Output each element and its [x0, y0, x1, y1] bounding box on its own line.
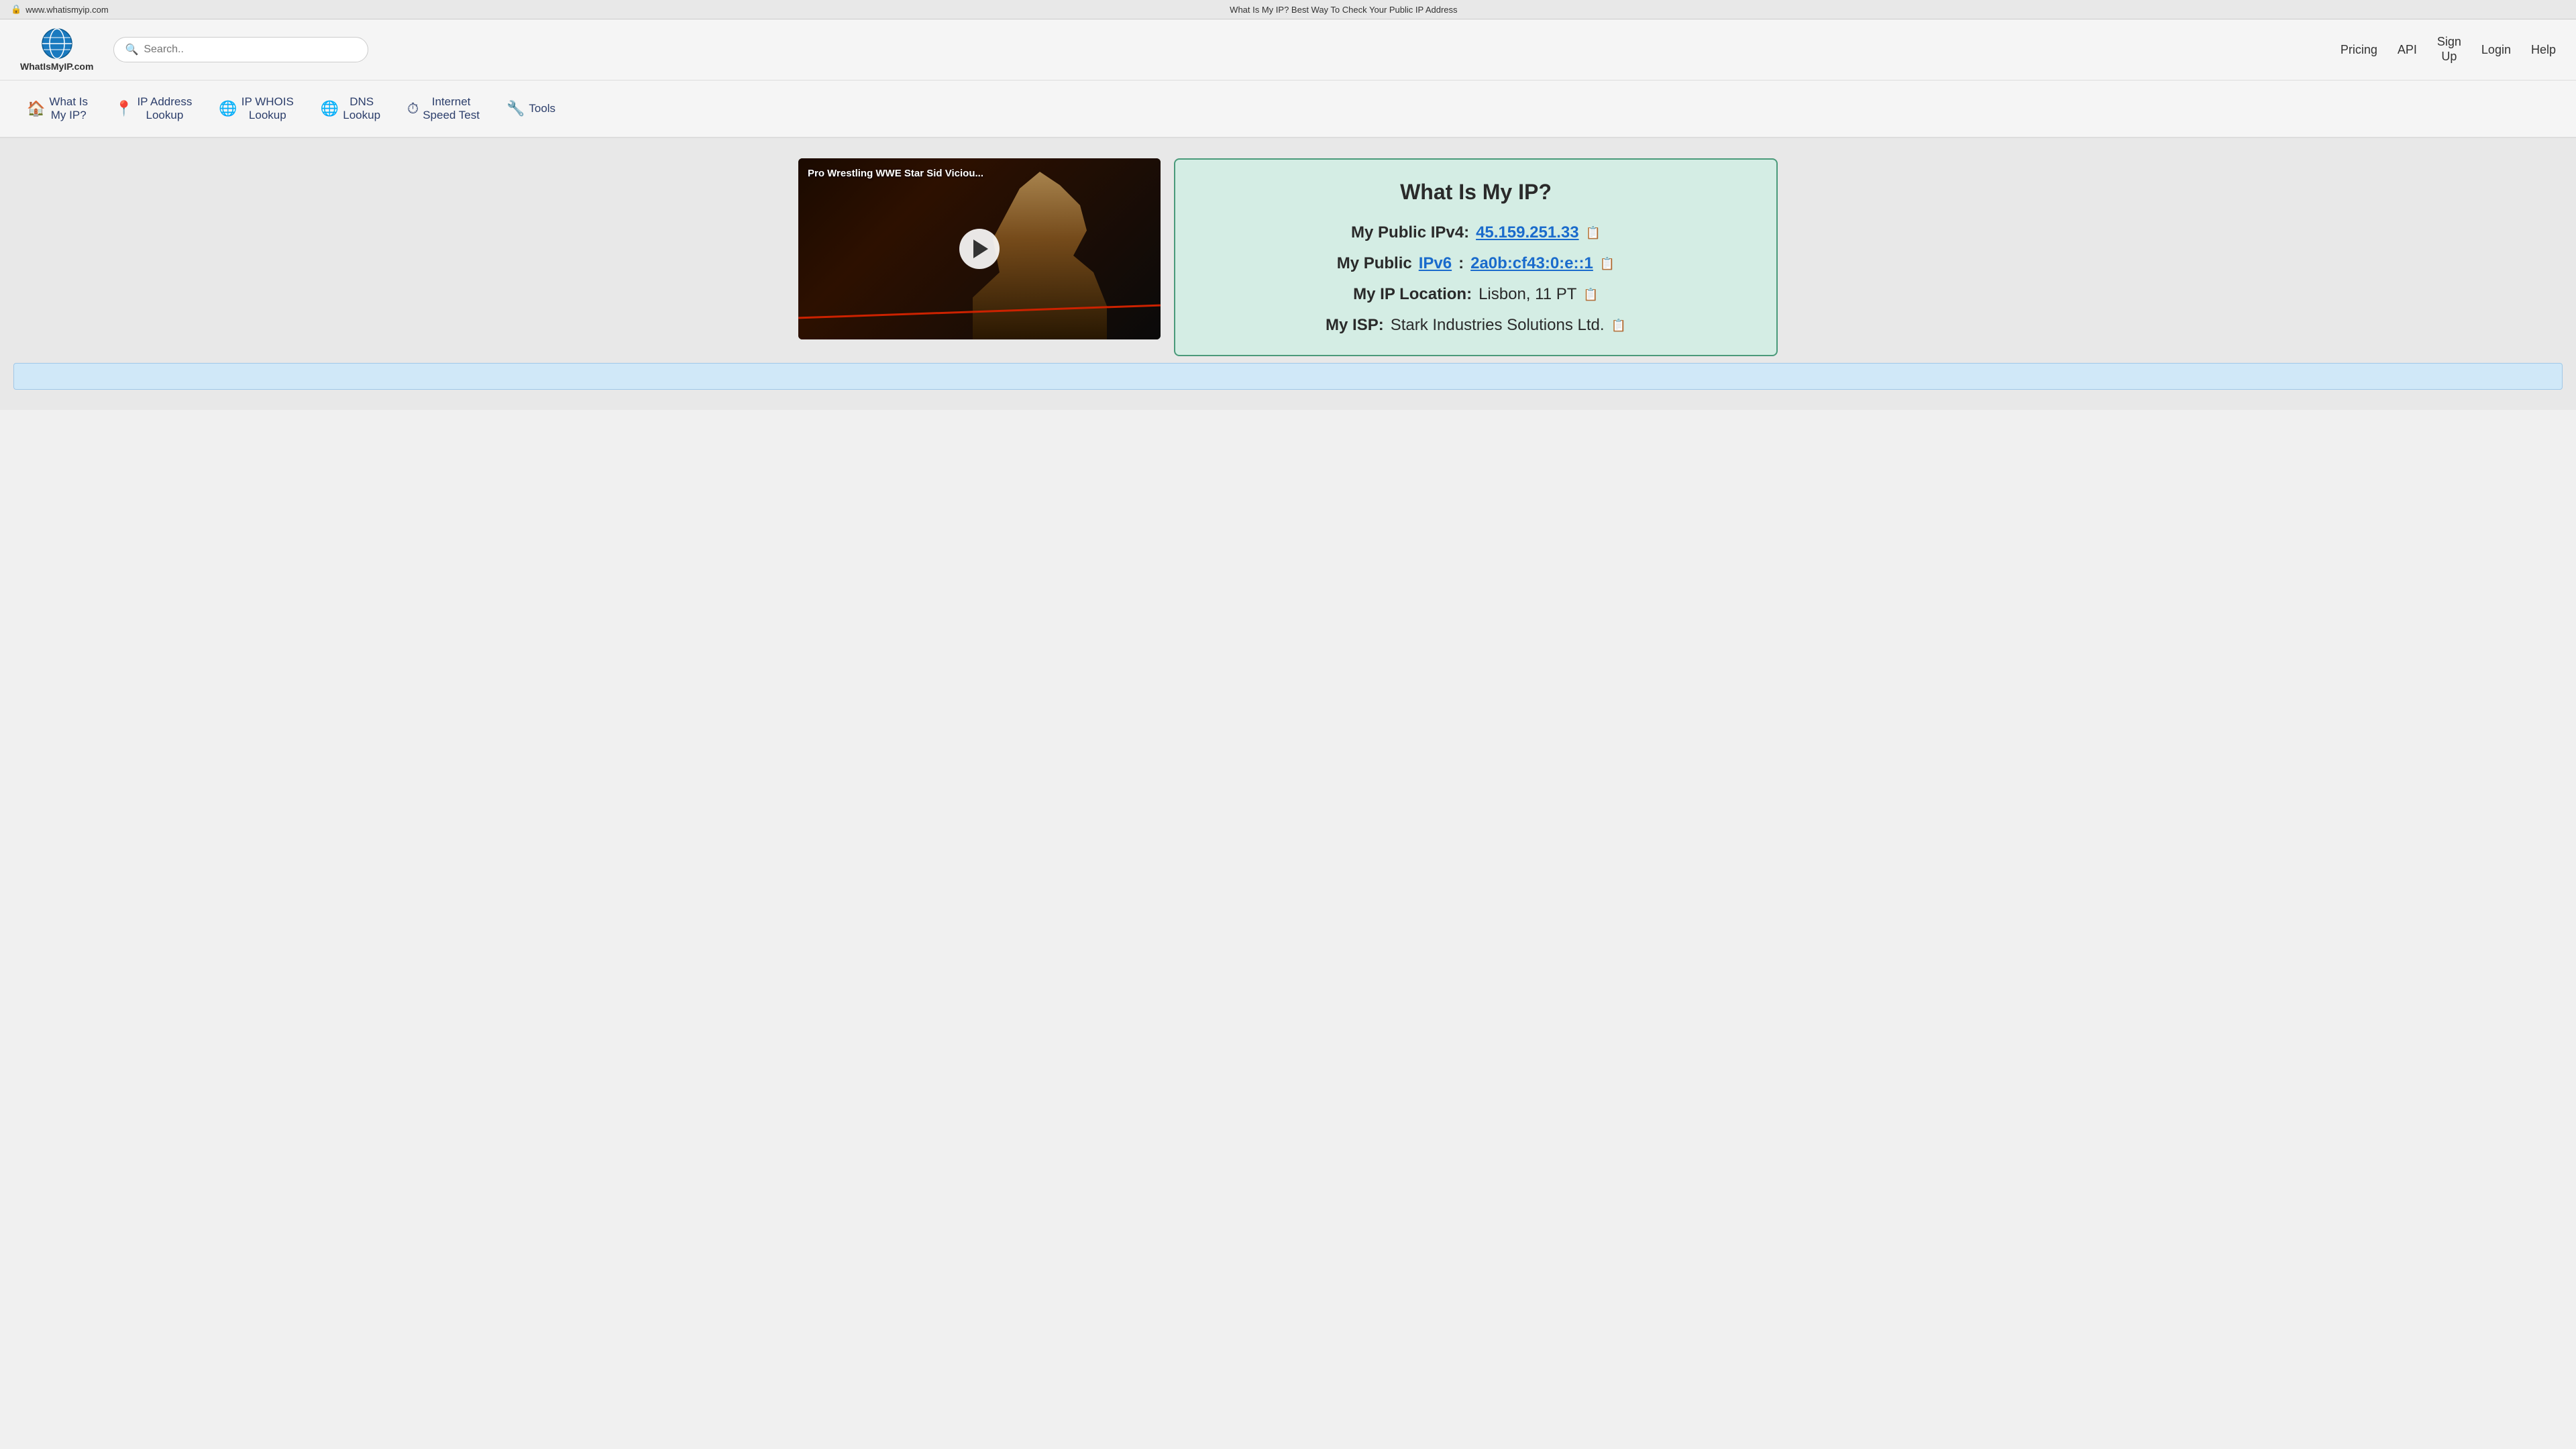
tools-icon: 🔧: [506, 100, 525, 117]
ipv6-link[interactable]: IPv6: [1419, 254, 1452, 273]
isp-copy-icon[interactable]: 📋: [1611, 319, 1626, 333]
nav-links: Pricing API Sign Up Login Help: [2341, 35, 2556, 64]
home-icon: 🏠: [27, 100, 45, 117]
globe-whois-icon: 🌐: [219, 100, 237, 117]
sub-nav: 🏠 What IsMy IP? 📍 IP AddressLookup 🌐 IP …: [0, 80, 2576, 138]
browser-address: www.whatismyip.com: [25, 5, 109, 15]
isp-label: My ISP:: [1326, 316, 1384, 335]
pricing-nav-link[interactable]: Pricing: [2341, 43, 2377, 57]
logo-link[interactable]: WhatIsMyIP.com: [20, 28, 93, 72]
location-label: My IP Location:: [1353, 285, 1472, 304]
search-bar[interactable]: 🔍: [113, 37, 368, 62]
video-title-label: Pro Wrestling WWE Star Sid Viciou...: [808, 168, 983, 179]
ipv6-value[interactable]: 2a0b:cf43:0:e::1: [1470, 254, 1593, 273]
subnav-what-is-my-ip[interactable]: 🏠 What IsMy IP?: [13, 90, 101, 127]
subnav-ip-whois-lookup[interactable]: 🌐 IP WHOISLookup: [205, 90, 307, 127]
ipv6-colon: :: [1458, 254, 1464, 273]
search-icon: 🔍: [125, 43, 138, 56]
location-pin-icon: 📍: [115, 100, 133, 117]
subnav-dns-lookup[interactable]: 🌐 DNSLookup: [307, 90, 394, 127]
subnav-label-ip-whois-lookup: IP WHOISLookup: [241, 95, 294, 122]
ipv6-label: My Public: [1337, 254, 1412, 273]
logo-globe-icon: [41, 28, 73, 60]
lock-icon: 🔒: [11, 4, 21, 15]
logo-text: WhatIsMyIP.com: [20, 61, 93, 72]
ipv4-row: My Public IPv4: 45.159.251.33 📋: [1202, 223, 1750, 242]
speedometer-icon: ⏱: [407, 100, 419, 117]
isp-row: My ISP: Stark Industries Solutions Ltd. …: [1202, 316, 1750, 335]
ipv4-value[interactable]: 45.159.251.33: [1476, 223, 1578, 242]
play-button[interactable]: [959, 229, 1000, 269]
header: WhatIsMyIP.com 🔍 Pricing API Sign Up Log…: [0, 19, 2576, 80]
api-nav-link[interactable]: API: [2398, 43, 2417, 57]
location-row: My IP Location: Lisbon, 11 PT 📋: [1202, 285, 1750, 304]
subnav-label-dns-lookup: DNSLookup: [343, 95, 380, 122]
ip-info-box: What Is My IP? My Public IPv4: 45.159.25…: [1174, 158, 1778, 356]
main-content: Pro Wrestling WWE Star Sid Viciou... Wha…: [0, 138, 2576, 410]
globe-dns-icon: 🌐: [321, 100, 339, 117]
subnav-label-what-is-my-ip: What IsMy IP?: [49, 95, 88, 122]
ipv6-copy-icon[interactable]: 📋: [1600, 257, 1615, 271]
ipv6-row: My Public IPv6 : 2a0b:cf43:0:e::1 📋: [1202, 254, 1750, 273]
subnav-label-internet-speed-test: InternetSpeed Test: [423, 95, 480, 122]
play-triangle-icon: [973, 239, 988, 258]
search-input[interactable]: [144, 44, 357, 56]
ip-box-title: What Is My IP?: [1202, 180, 1750, 205]
content-row: Pro Wrestling WWE Star Sid Viciou... Wha…: [798, 158, 1778, 356]
browser-page-title: What Is My IP? Best Way To Check Your Pu…: [122, 5, 2565, 15]
ipv4-label: My Public IPv4:: [1351, 223, 1469, 242]
video-thumbnail[interactable]: Pro Wrestling WWE Star Sid Viciou...: [798, 158, 1161, 339]
subnav-label-tools: Tools: [529, 102, 555, 115]
isp-value: Stark Industries Solutions Ltd.: [1391, 316, 1605, 335]
ipv4-copy-icon[interactable]: 📋: [1586, 226, 1601, 240]
browser-url: 🔒 www.whatismyip.com: [11, 4, 109, 15]
help-nav-link[interactable]: Help: [2531, 43, 2556, 57]
subnav-internet-speed-test[interactable]: ⏱ InternetSpeed Test: [394, 90, 493, 127]
login-nav-link[interactable]: Login: [2481, 43, 2511, 57]
bottom-blue-bar: [13, 363, 2563, 390]
browser-bar: 🔒 www.whatismyip.com What Is My IP? Best…: [0, 0, 2576, 19]
location-value: Lisbon, 11 PT: [1479, 285, 1576, 304]
location-copy-icon[interactable]: 📋: [1583, 288, 1598, 302]
subnav-tools[interactable]: 🔧 Tools: [493, 95, 569, 123]
subnav-ip-address-lookup[interactable]: 📍 IP AddressLookup: [101, 90, 205, 127]
signup-nav-link[interactable]: Sign Up: [2437, 35, 2461, 64]
subnav-label-ip-address-lookup: IP AddressLookup: [137, 95, 192, 122]
